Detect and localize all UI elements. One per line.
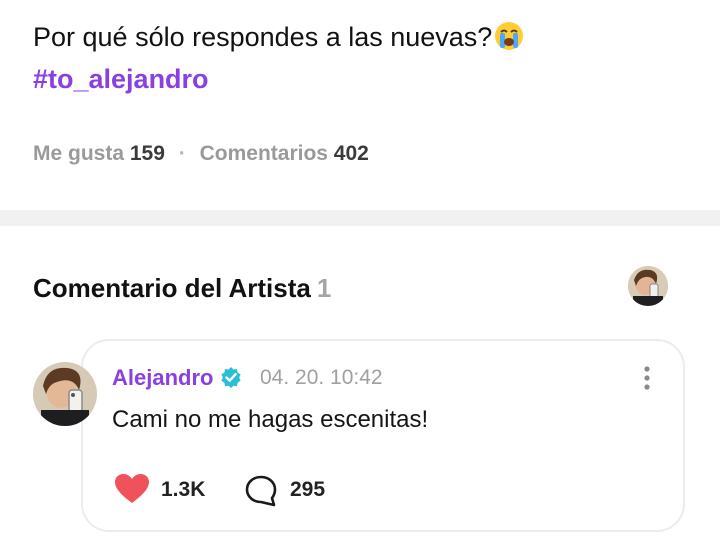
comment-bubble-icon[interactable] <box>244 474 278 508</box>
comment-author-avatar[interactable] <box>33 362 97 426</box>
likes-label: Me gusta <box>33 142 125 165</box>
more-options-icon[interactable] <box>636 364 658 394</box>
artist-avatar-image <box>628 266 668 306</box>
artist-comments-title: Comentario del Artista 1 <box>33 271 331 305</box>
comment-author-avatar-image <box>33 362 97 426</box>
reply-count: 295 <box>290 478 326 501</box>
artist-comments-title-text: Comentario del Artista <box>33 273 311 303</box>
heart-icon[interactable] <box>114 473 150 505</box>
comment-text: Cami no me hagas escenitas! <box>112 406 429 433</box>
post-text-content: Por qué sólo respondes a las nuevas? <box>33 22 493 52</box>
comments-label[interactable]: Comentarios <box>200 142 328 165</box>
post-hashtag-link[interactable]: #to_alejandro <box>33 60 209 98</box>
section-divider <box>0 210 720 226</box>
artist-avatar[interactable] <box>628 266 668 306</box>
comment-author-name[interactable]: Alejandro <box>112 364 213 392</box>
like-count: 1.3K <box>161 478 206 501</box>
comments-count[interactable]: 402 <box>334 142 369 165</box>
verified-badge-icon <box>221 367 241 388</box>
stats-separator: · <box>178 142 186 165</box>
likes-count: 159 <box>129 142 165 165</box>
artist-comments-count: 1 <box>316 273 332 303</box>
post-text: Por qué sólo respondes a las nuevas? <box>33 18 524 56</box>
crying-face-emoji-icon <box>495 22 524 50</box>
post-stats: Me gusta 159 · Comentarios 402 <box>33 140 369 168</box>
comment-timestamp: 04. 20. 10:42 <box>260 366 383 389</box>
